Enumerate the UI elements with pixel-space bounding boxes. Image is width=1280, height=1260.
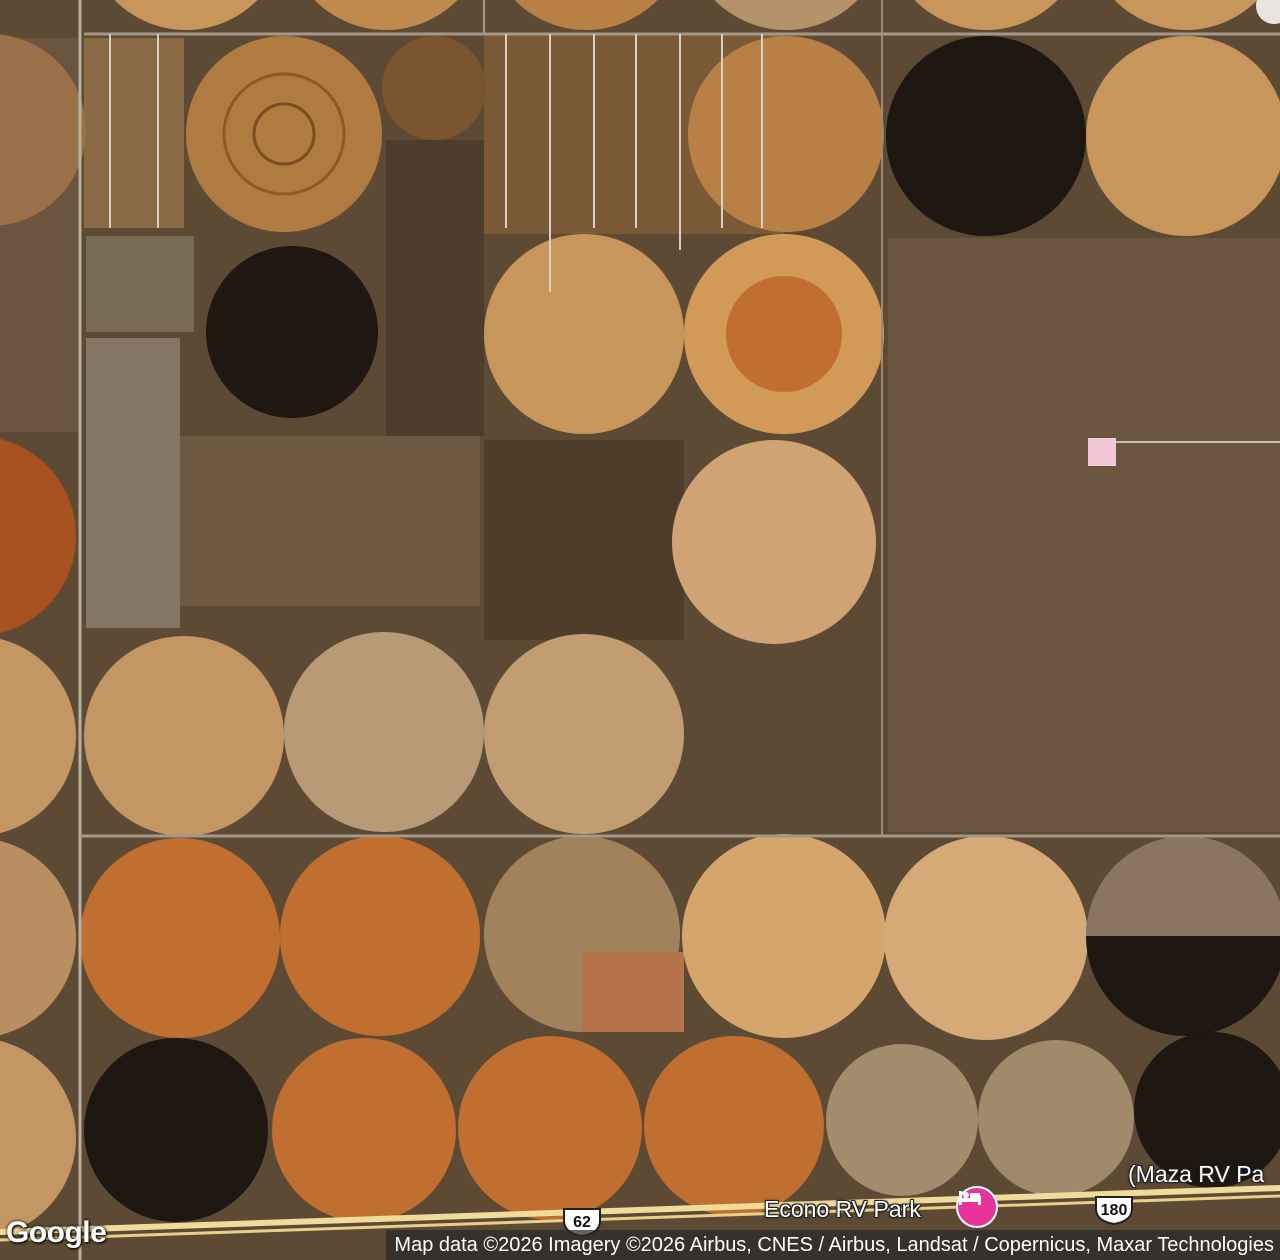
map-attribution[interactable]: Map data ©2026 Imagery ©2026 Airbus, CNE… — [386, 1230, 1280, 1260]
us-180-shield: 180 — [1094, 1195, 1134, 1225]
poi-label-maza-rv-park[interactable]: (Maza RV Pa — [1128, 1161, 1264, 1188]
satellite-map[interactable]: 62 180 Econo RV Park (Maza RV Pa Google … — [0, 0, 1280, 1260]
satellite-imagery — [0, 0, 1280, 1260]
poi-label-econo-rv-park[interactable]: Econo RV Park — [764, 1196, 921, 1223]
hotel-bed-icon[interactable] — [956, 1186, 998, 1228]
google-logo: Google — [6, 1216, 107, 1249]
us-180-label: 180 — [1100, 1202, 1128, 1219]
